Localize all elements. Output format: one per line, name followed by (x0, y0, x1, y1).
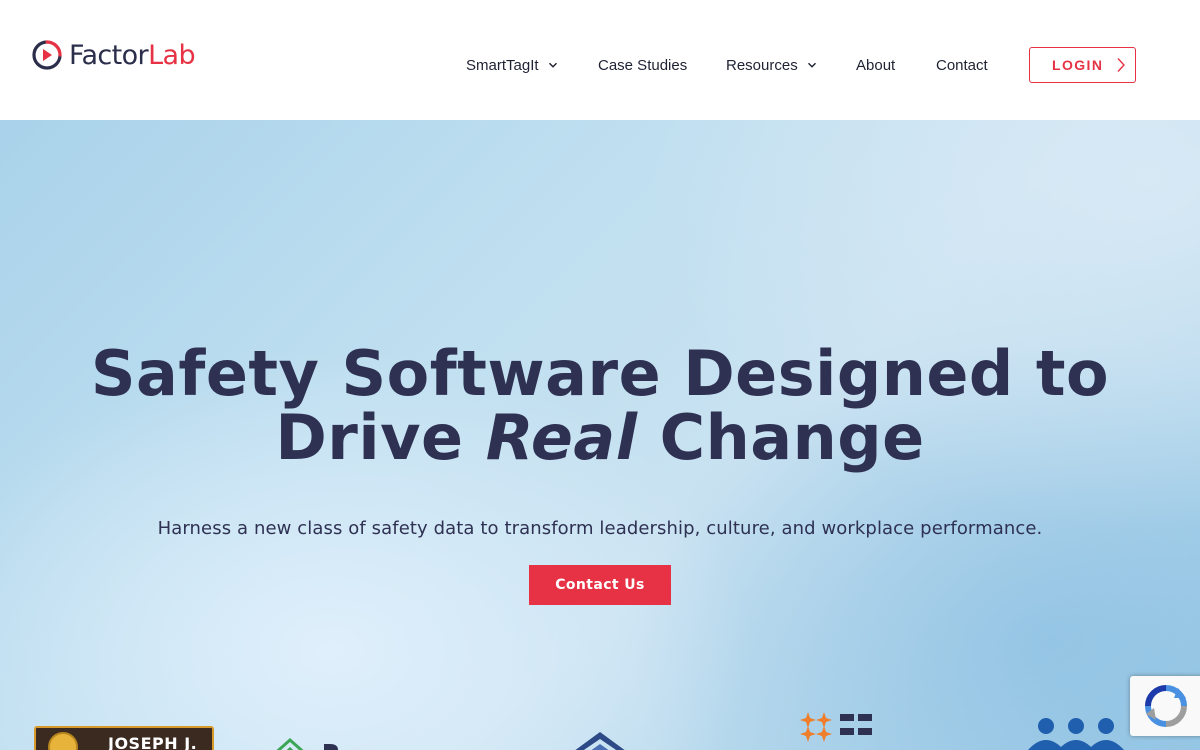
nav-label: About (856, 56, 896, 74)
hero-section: Safety Software Designed to Drive Real C… (0, 120, 1200, 750)
partner-logo-roof-icon (575, 732, 625, 750)
site-header: FactorLab SmartTagIt Case Studies Resour… (0, 0, 1200, 120)
chevron-down-icon (807, 62, 816, 68)
nav-label: Case Studies (598, 56, 688, 74)
partner-logo-green-house-icon (276, 737, 338, 750)
nav-label: Resources (726, 56, 798, 74)
contact-us-button[interactable]: Contact Us (529, 565, 671, 605)
nav-item-case-studies[interactable]: Case Studies (598, 52, 687, 78)
nav-label: SmartTagIt (466, 56, 539, 74)
chevron-down-icon (548, 62, 557, 68)
main-nav: SmartTagIt Case Studies Resources About … (0, 52, 1200, 78)
partner-logo-text: JOSEPH J. (108, 734, 198, 750)
partner-logo-sparkle-icon (800, 712, 872, 742)
recaptcha-icon (1145, 685, 1187, 727)
hero-title-line2-end: Change (659, 401, 925, 474)
hero-title: Safety Software Designed to Drive Real C… (0, 342, 1200, 470)
chevron-right-icon (1117, 58, 1125, 72)
nav-label: Contact (936, 56, 988, 74)
recaptcha-badge[interactable] (1130, 676, 1200, 736)
hero-title-line2-start: Drive (275, 401, 464, 474)
hero-subtitle: Harness a new class of safety data to tr… (157, 518, 1043, 539)
partner-logo-joseph-j: JOSEPH J. (34, 726, 214, 750)
partner-logos: JOSEPH J. (0, 710, 1200, 750)
nav-item-smarttagit[interactable]: SmartTagIt (466, 52, 558, 78)
login-label: LOGIN (1052, 57, 1104, 73)
hero-title-emphasis: Real (485, 401, 638, 474)
nav-item-resources[interactable]: Resources (726, 52, 817, 78)
partner-emblem-icon (48, 732, 78, 750)
nav-item-about[interactable]: About (856, 52, 895, 78)
hero-title-line1: Safety Software Designed to (90, 337, 1110, 410)
partner-logo-people-icon (1028, 718, 1124, 750)
login-button[interactable]: LOGIN (1029, 47, 1136, 83)
nav-item-contact[interactable]: Contact (936, 52, 988, 78)
